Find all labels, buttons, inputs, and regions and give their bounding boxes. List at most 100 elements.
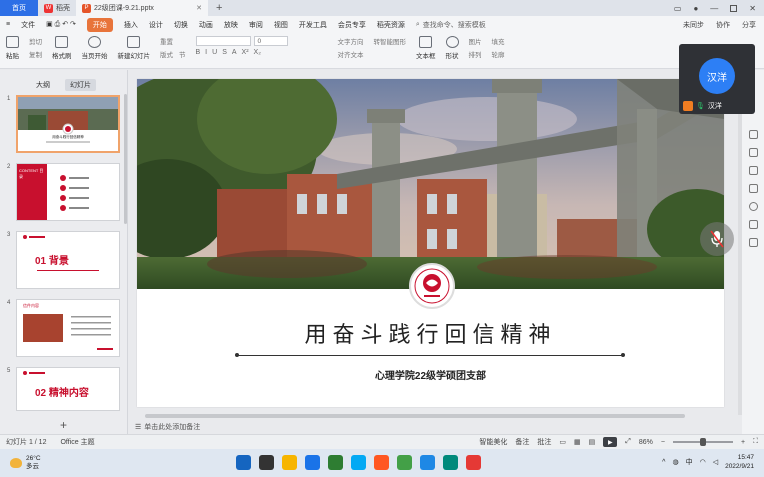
start-icon[interactable] bbox=[236, 455, 251, 470]
slideshow-play-button[interactable]: ▶ bbox=[603, 437, 618, 447]
align-text-button[interactable]: 对齐文本 bbox=[338, 49, 364, 59]
sync-status[interactable]: 未同步 bbox=[683, 20, 704, 30]
file-explorer-icon[interactable] bbox=[282, 455, 297, 470]
menu-file[interactable]: 文件 bbox=[21, 20, 35, 30]
new-slide-button[interactable]: 新建幻灯片 bbox=[118, 36, 150, 60]
thumbnail-row[interactable]: 3 01 背景 bbox=[0, 231, 128, 289]
command-search[interactable]: ⌕ 查找命令、搜索模板 bbox=[416, 20, 486, 30]
image-button[interactable]: 图片 bbox=[469, 36, 482, 46]
speaker-icon[interactable]: ◁ bbox=[713, 458, 718, 466]
superscript-button[interactable]: X² bbox=[242, 49, 249, 56]
wps-icon[interactable] bbox=[466, 455, 481, 470]
new-tab-button[interactable]: + bbox=[208, 2, 230, 14]
layout-icon[interactable]: ▭ bbox=[674, 4, 682, 13]
wechat-icon[interactable] bbox=[397, 455, 412, 470]
thumbnail-row[interactable]: 5 02 精神内容 bbox=[0, 367, 128, 425]
app-icon[interactable] bbox=[443, 455, 458, 470]
menu-member[interactable]: 会员专享 bbox=[338, 20, 366, 30]
tab-outline[interactable]: 大纲 bbox=[31, 79, 55, 91]
italic-button[interactable]: I bbox=[205, 49, 207, 56]
subscript-button[interactable]: X₂ bbox=[254, 49, 261, 56]
tray-app-icon[interactable]: ◍ bbox=[672, 458, 678, 466]
thumbnail-slide-3[interactable]: 01 背景 bbox=[16, 231, 120, 289]
zoom-slider[interactable] bbox=[673, 438, 733, 446]
cut-button[interactable]: 剪切 bbox=[29, 36, 42, 46]
app-icon[interactable] bbox=[351, 455, 366, 470]
thumbnail-slide-4[interactable]: 信件内容 bbox=[16, 299, 120, 357]
outline-button[interactable]: 轮廓 bbox=[492, 49, 505, 59]
menu-insert[interactable]: 插入 bbox=[124, 20, 138, 30]
pptx-file-tab[interactable]: P 22级团课-9.21.pptx ✕ bbox=[76, 0, 208, 16]
menu-transition[interactable]: 切换 bbox=[174, 20, 188, 30]
comments-button[interactable]: 批注 bbox=[537, 437, 551, 447]
notes-area[interactable]: ☰ 单击此处添加备注 bbox=[129, 421, 736, 433]
meeting-video-panel[interactable]: 汉洋 🎙 汉洋 bbox=[679, 44, 755, 114]
quick-save-icon[interactable]: ▣ ⎙ ↶ ↷ bbox=[46, 20, 76, 29]
collaborate-button[interactable]: 协作 bbox=[716, 20, 730, 30]
magic-icon[interactable] bbox=[748, 148, 758, 157]
menu-animation[interactable]: 动画 bbox=[199, 20, 213, 30]
menu-home[interactable]: 开始 bbox=[86, 17, 113, 32]
home-tab[interactable]: 首页 bbox=[0, 0, 38, 16]
font-size-field[interactable]: 0 bbox=[253, 36, 288, 46]
slide-1[interactable]: 用奋斗践行回信精神 心理学院22级学硕团支部 bbox=[137, 79, 724, 407]
menu-developer[interactable]: 开发工具 bbox=[299, 20, 327, 30]
avatar-icon[interactable]: ● bbox=[693, 4, 698, 13]
smart-beautify-button[interactable]: 智能美化 bbox=[479, 437, 507, 447]
convert-smartart-button[interactable]: 转智能图形 bbox=[374, 36, 407, 46]
layout-button[interactable]: 版式 bbox=[160, 49, 173, 59]
format-painter-button[interactable]: 格式刷 bbox=[52, 36, 72, 60]
weather-widget[interactable]: 26°C 多云 bbox=[0, 455, 41, 471]
font-color-button[interactable]: A bbox=[232, 49, 237, 56]
slide-title[interactable]: 用奋斗践行回信精神 bbox=[137, 317, 724, 349]
thumbnail-row[interactable]: 1 用奋斗践行回信精神 bbox=[0, 95, 128, 153]
underline-button[interactable]: U bbox=[212, 49, 217, 56]
select-icon[interactable] bbox=[748, 166, 758, 175]
close-window-icon[interactable]: ✕ bbox=[749, 4, 756, 13]
menu-slideshow[interactable]: 放映 bbox=[224, 20, 238, 30]
thumbnail-scrollbar[interactable] bbox=[124, 94, 127, 224]
clock[interactable]: 15:47 2022/9/21 bbox=[725, 453, 754, 471]
minimize-icon[interactable]: — bbox=[710, 4, 718, 13]
menu-design[interactable]: 设计 bbox=[149, 20, 163, 30]
thumbnail-slide-2[interactable]: CONTENT 目录 bbox=[16, 163, 120, 221]
app-icon[interactable] bbox=[374, 455, 389, 470]
zoom-in-icon[interactable]: + bbox=[741, 439, 745, 446]
fit-icon[interactable]: ⤢ bbox=[625, 438, 631, 446]
from-current-button[interactable]: 当页开始 bbox=[82, 36, 108, 60]
help-icon[interactable] bbox=[748, 202, 758, 211]
strike-button[interactable]: S bbox=[222, 49, 227, 56]
text-direction-button[interactable]: 文字方向 bbox=[338, 36, 364, 46]
hamburger-icon[interactable]: ≡ bbox=[6, 21, 10, 28]
tab-slides[interactable]: 幻灯片 bbox=[65, 79, 96, 91]
bold-button[interactable]: B bbox=[196, 49, 201, 56]
docer-tab[interactable]: W 稻壳 bbox=[38, 0, 76, 16]
thumbnail-slide-1[interactable]: 用奋斗践行回信精神 bbox=[16, 95, 120, 153]
meeting-app-icon[interactable] bbox=[420, 455, 435, 470]
backup-icon[interactable] bbox=[748, 220, 758, 229]
thumbnail-row[interactable]: 2 CONTENT 目录 bbox=[0, 163, 128, 221]
reading-view-icon[interactable]: ▤ bbox=[589, 438, 596, 446]
sorter-view-icon[interactable]: ▦ bbox=[574, 438, 581, 446]
store-icon[interactable] bbox=[328, 455, 343, 470]
close-tab-icon[interactable]: ✕ bbox=[196, 4, 202, 12]
font-name-field[interactable] bbox=[195, 36, 251, 46]
ime-indicator[interactable]: 中 bbox=[686, 457, 693, 467]
reset-button[interactable]: 重置 bbox=[160, 36, 186, 46]
zoom-out-icon[interactable]: − bbox=[661, 439, 665, 446]
copy-button[interactable]: 复制 bbox=[29, 49, 42, 59]
floating-mic-button[interactable] bbox=[700, 222, 734, 256]
shape-button[interactable]: 形状 bbox=[445, 36, 459, 60]
style-icon[interactable] bbox=[748, 130, 758, 139]
text-box-button[interactable]: 文本框 bbox=[416, 36, 436, 60]
zoom-slider-knob[interactable] bbox=[700, 438, 706, 446]
menu-view[interactable]: 视图 bbox=[274, 20, 288, 30]
horizontal-scrollbar[interactable] bbox=[145, 414, 685, 418]
normal-view-icon[interactable]: ▭ bbox=[559, 438, 566, 446]
fit-window-icon[interactable]: ⛶ bbox=[753, 438, 758, 446]
menu-docer[interactable]: 稻壳资源 bbox=[377, 20, 405, 30]
taskbar-search-icon[interactable] bbox=[259, 455, 274, 470]
arrange-button[interactable]: 排列 bbox=[469, 49, 482, 59]
slide-subtitle[interactable]: 心理学院22级学硕团支部 bbox=[137, 367, 724, 382]
browser-icon[interactable] bbox=[305, 455, 320, 470]
